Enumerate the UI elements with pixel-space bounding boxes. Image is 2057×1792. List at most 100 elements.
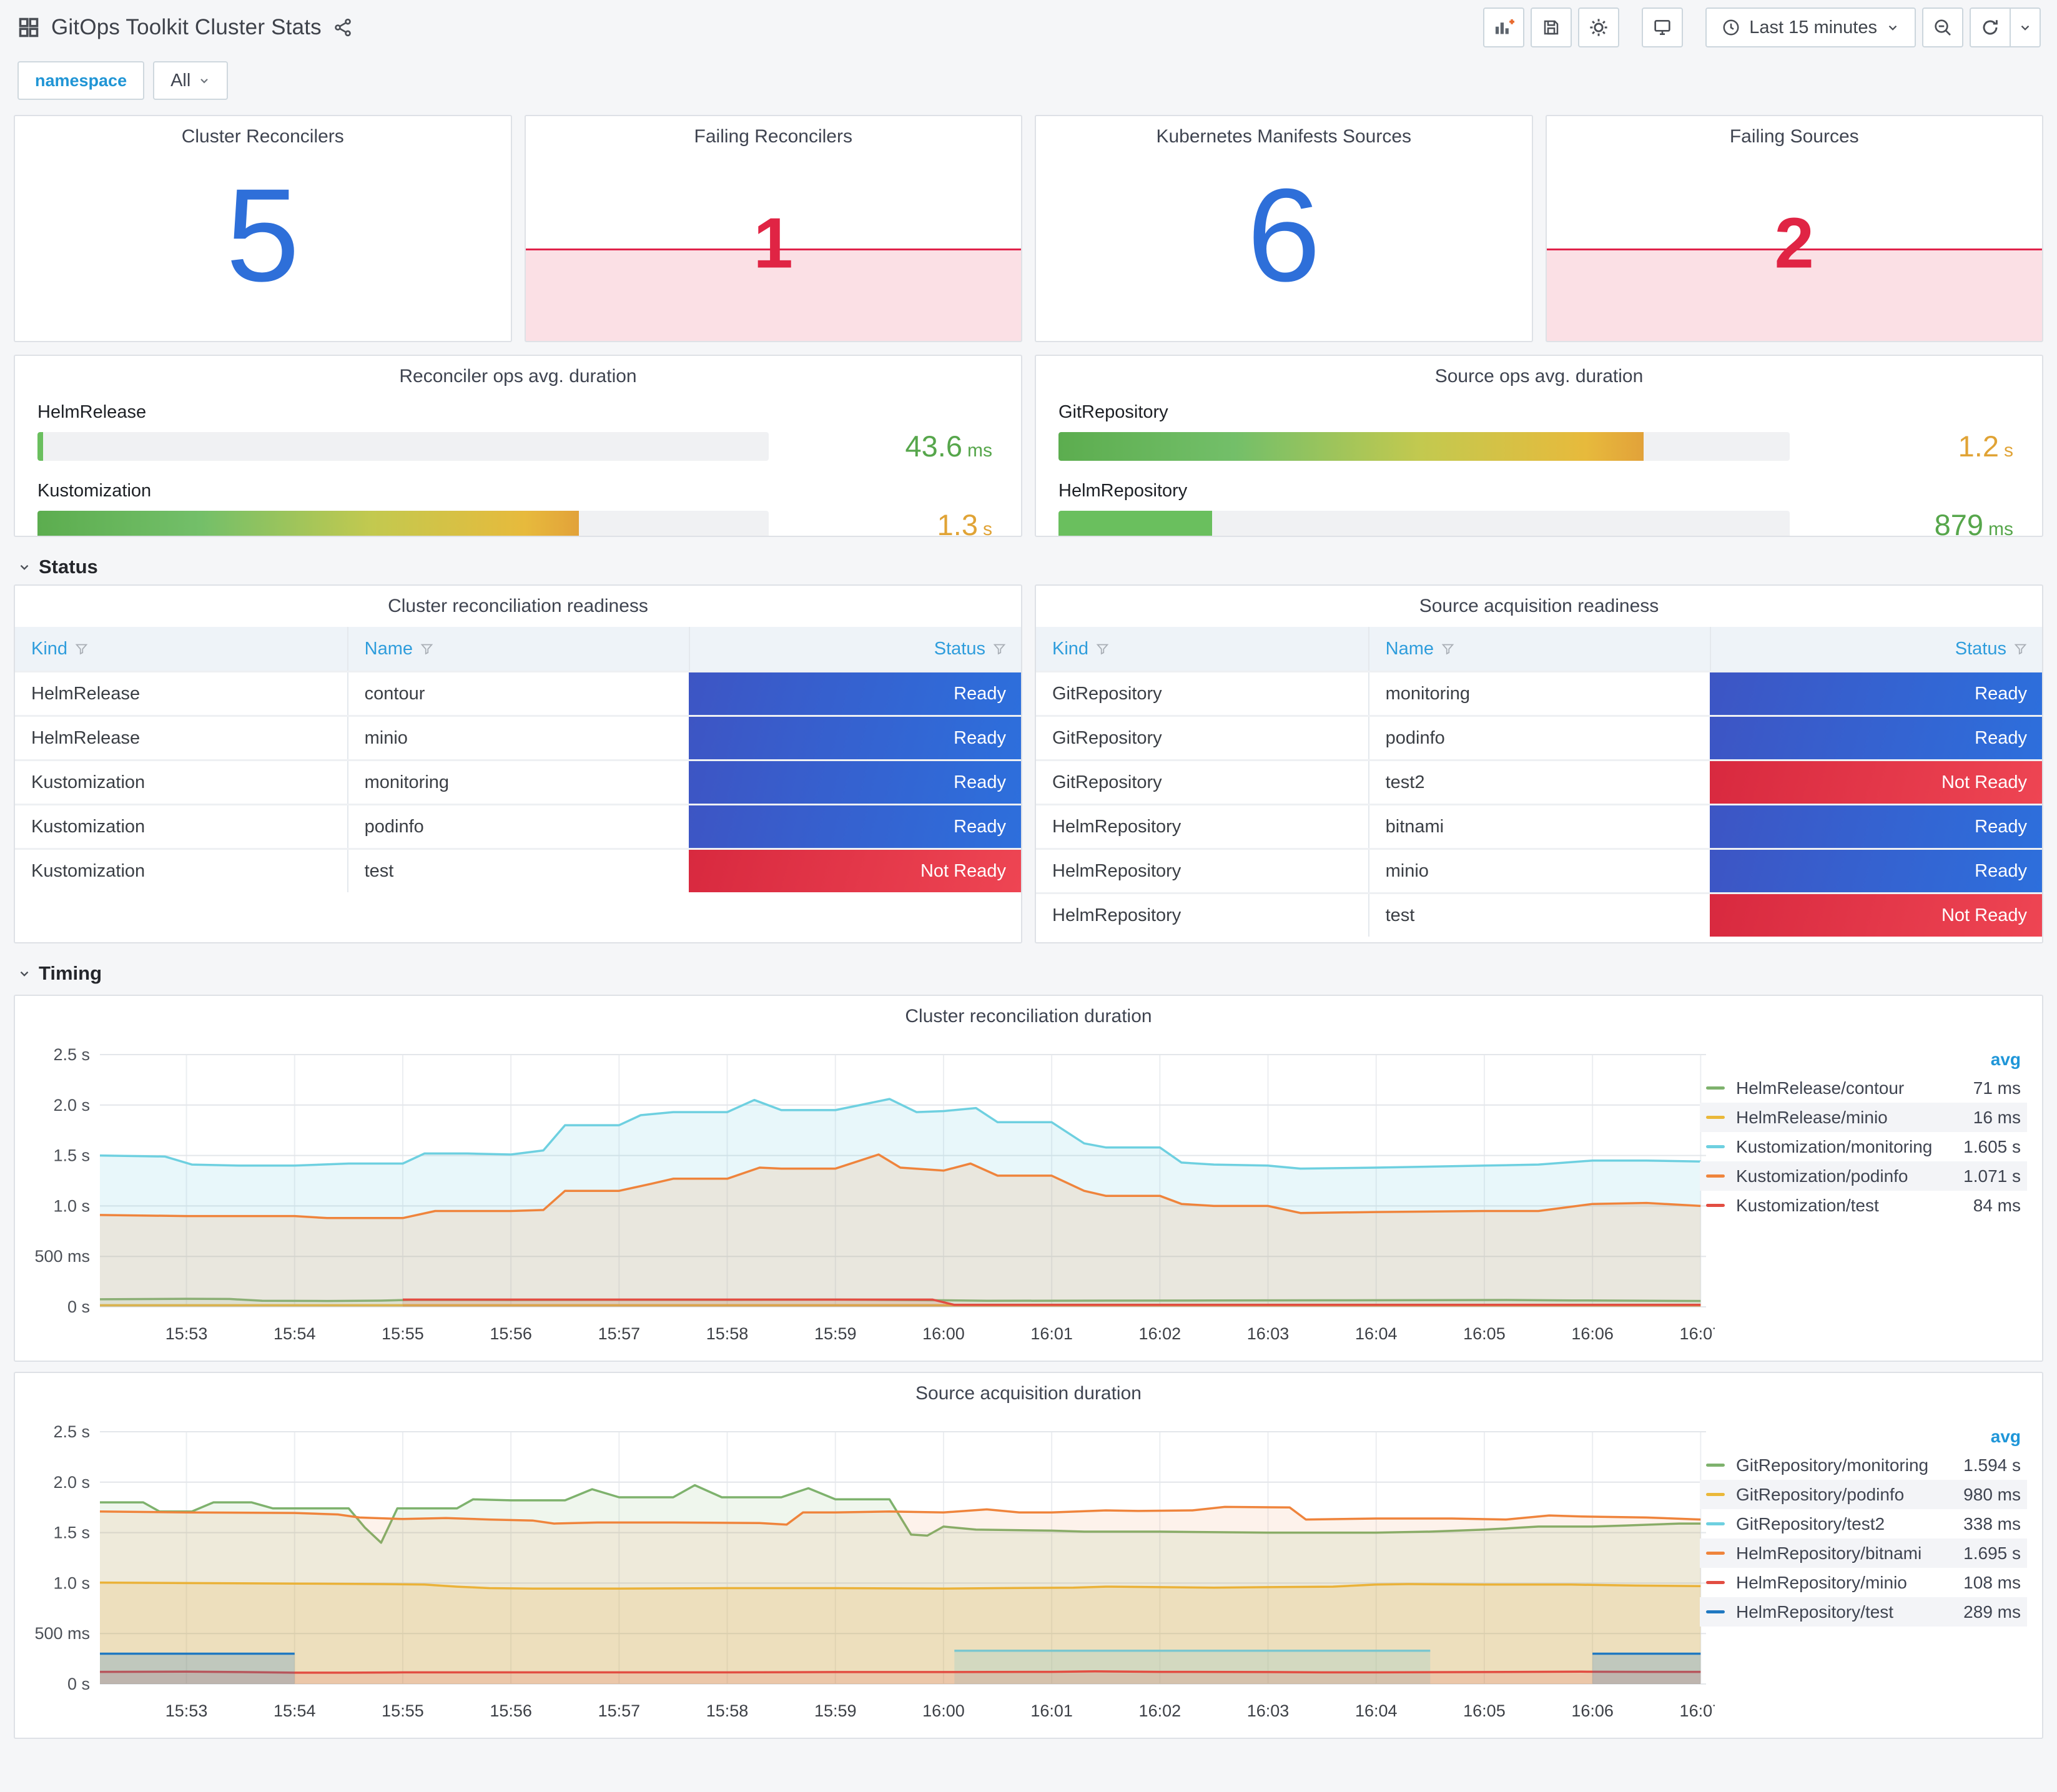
variable-value-dropdown[interactable]: All [153, 61, 229, 100]
row-header-timing[interactable]: Timing [17, 962, 2043, 985]
x-axis-tick-label: 16:04 [1355, 1701, 1398, 1720]
clock-icon [1722, 18, 1740, 37]
cycle-view-button[interactable] [1642, 7, 1684, 47]
filter-funnel-icon[interactable] [1441, 642, 1454, 656]
x-axis-tick-label: 16:06 [1571, 1701, 1614, 1720]
cell-kind: HelmRepository [1052, 905, 1181, 925]
variable-value-text: All [170, 70, 191, 91]
legend-avg-header[interactable]: avg [1700, 1423, 2027, 1450]
legend-series-name[interactable]: GitRepository/podinfo [1736, 1485, 1963, 1505]
section-label: Timing [39, 962, 102, 984]
legend-item[interactable]: HelmRelease/contour 71 ms [1700, 1073, 2027, 1103]
filter-funnel-icon[interactable] [75, 642, 88, 656]
column-header-name[interactable]: Name [1368, 627, 1710, 671]
share-icon[interactable] [333, 17, 353, 37]
column-header-kind[interactable]: Kind [1036, 627, 1368, 671]
stats-row: Cluster Reconcilers 5 Failing Reconciler… [14, 115, 2043, 342]
legend-series-name[interactable]: HelmRepository/test [1736, 1602, 1963, 1622]
column-header-status[interactable]: Status [1710, 627, 2042, 671]
series-fill-HelmRepository/bitnami [100, 1507, 1701, 1684]
legend-item[interactable]: HelmRepository/minio 108 ms [1700, 1568, 2027, 1597]
x-axis-tick-label: 16:03 [1247, 1324, 1290, 1343]
bar-gauge-value: 1.3 s [937, 508, 992, 537]
refresh-interval-button[interactable] [2011, 7, 2041, 47]
legend-series-name[interactable]: HelmRepository/bitnami [1736, 1543, 1963, 1563]
legend-item[interactable]: GitRepository/test2 338 ms [1700, 1509, 2027, 1538]
column-header-kind[interactable]: Kind [15, 627, 347, 671]
column-header-name[interactable]: Name [347, 627, 689, 671]
dashboard-grid-icon[interactable] [17, 16, 40, 39]
legend-series-name[interactable]: Kustomization/monitoring [1736, 1137, 1963, 1157]
table-row: HelmRepository minio Ready [1036, 848, 2042, 892]
legend-series-name[interactable]: GitRepository/test2 [1736, 1514, 1963, 1534]
legend-item[interactable]: Kustomization/test 84 ms [1700, 1191, 2027, 1220]
y-axis-tick-label: 1.5 s [53, 1524, 90, 1542]
x-axis-tick-label: 16:02 [1139, 1324, 1181, 1343]
legend-series-name[interactable]: HelmRelease/contour [1736, 1078, 1973, 1098]
legend-series-name[interactable]: HelmRelease/minio [1736, 1108, 1973, 1128]
legend-series-swatch [1706, 1116, 1725, 1119]
save-dashboard-button[interactable] [1531, 7, 1572, 47]
chevron-down-icon [17, 967, 31, 980]
legend-series-name[interactable]: HelmRepository/minio [1736, 1573, 1963, 1593]
legend-series-avg-value: 1.071 s [1963, 1166, 2021, 1186]
panel-title: Source acquisition duration [915, 1383, 1142, 1404]
legend-avg-header[interactable]: avg [1700, 1046, 2027, 1073]
x-axis-tick-label: 16:06 [1571, 1324, 1614, 1343]
cell-status: Ready [1710, 717, 2042, 759]
dashboard: GitOps Toolkit Cluster Stats Last 15 min… [0, 0, 2057, 1739]
table-header-row: Kind Name Status [1036, 627, 2042, 671]
x-axis-tick-label: 15:53 [165, 1324, 208, 1343]
cell-name: contour [347, 672, 689, 715]
add-panel-button[interactable] [1483, 7, 1525, 47]
legend-series-name[interactable]: Kustomization/podinfo [1736, 1166, 1963, 1186]
time-series-plot[interactable]: 0 s 500 ms 1.0 s 1.5 s 2.0 s 2.5 s 15:53 15:54 1… [25, 1042, 1715, 1354]
legend-series-swatch [1706, 1610, 1725, 1613]
variable-label-namespace[interactable]: namespace [17, 61, 145, 100]
legend-item[interactable]: GitRepository/podinfo 980 ms [1700, 1480, 2027, 1509]
legend-item[interactable]: Kustomization/podinfo 1.071 s [1700, 1161, 2027, 1191]
legend-series-name[interactable]: Kustomization/test [1736, 1196, 1973, 1216]
legend-item[interactable]: Kustomization/monitoring 1.605 s [1700, 1132, 2027, 1161]
bar-gauge-fill [1058, 431, 1644, 461]
section-label: Status [39, 556, 98, 578]
stat-panel-manifests-sources: Kubernetes Manifests Sources 6 [1035, 115, 1533, 342]
gauges-row: Reconciler ops avg. duration HelmRelease… [14, 355, 2043, 537]
legend-item[interactable]: HelmRepository/test 289 ms [1700, 1597, 2027, 1627]
column-header-status[interactable]: Status [689, 627, 1021, 671]
cell-kind: HelmRelease [31, 727, 141, 748]
dashboard-settings-button[interactable] [1578, 7, 1620, 47]
legend-item[interactable]: HelmRepository/bitnami 1.695 s [1700, 1538, 2027, 1568]
bar-gauge-label: Kustomization [37, 481, 152, 501]
legend-series-avg-value: 1.695 s [1963, 1543, 2021, 1563]
x-axis-tick-label: 16:07 [1680, 1324, 1715, 1343]
cell-kind: Kustomization [31, 816, 146, 837]
filter-funnel-icon[interactable] [2014, 642, 2027, 656]
y-axis-tick-label: 0 s [67, 1297, 90, 1316]
filter-funnel-icon[interactable] [993, 642, 1006, 656]
time-range-picker[interactable]: Last 15 minutes [1705, 7, 1916, 47]
bar-gauge-helmrelease: HelmRelease 43.6 ms [37, 402, 1000, 463]
legend-series-swatch [1706, 1174, 1725, 1178]
legend-series-swatch [1706, 1204, 1725, 1207]
cell-name: monitoring [347, 761, 689, 804]
zoom-out-button[interactable] [1922, 7, 1963, 47]
cell-kind: GitRepository [1052, 772, 1162, 792]
stat-value: 2 [1774, 204, 1814, 283]
filter-funnel-icon[interactable] [420, 642, 433, 656]
filter-funnel-icon[interactable] [1096, 642, 1109, 656]
y-axis-tick-label: 1.0 s [53, 1196, 90, 1215]
legend-item[interactable]: GitRepository/monitoring 1.594 s [1700, 1450, 2027, 1480]
row-header-status[interactable]: Status [17, 556, 2043, 578]
zoom-out-icon [1933, 17, 1953, 37]
panel-title: Cluster reconciliation readiness [388, 596, 648, 616]
time-series-plot[interactable]: 0 s 500 ms 1.0 s 1.5 s 2.0 s 2.5 s 15:53 15:54 1… [25, 1419, 1715, 1731]
stat-value: 6 [1246, 160, 1321, 309]
x-axis-tick-label: 16:00 [922, 1701, 965, 1720]
legend-series-avg-value: 71 ms [1973, 1078, 2021, 1098]
legend-item[interactable]: HelmRelease/minio 16 ms [1700, 1103, 2027, 1132]
legend-series-name[interactable]: GitRepository/monitoring [1736, 1455, 1963, 1475]
cell-kind: HelmRepository [1052, 816, 1181, 837]
table-row: HelmRepository bitnami Ready [1036, 804, 2042, 848]
refresh-button[interactable] [1970, 7, 2011, 47]
